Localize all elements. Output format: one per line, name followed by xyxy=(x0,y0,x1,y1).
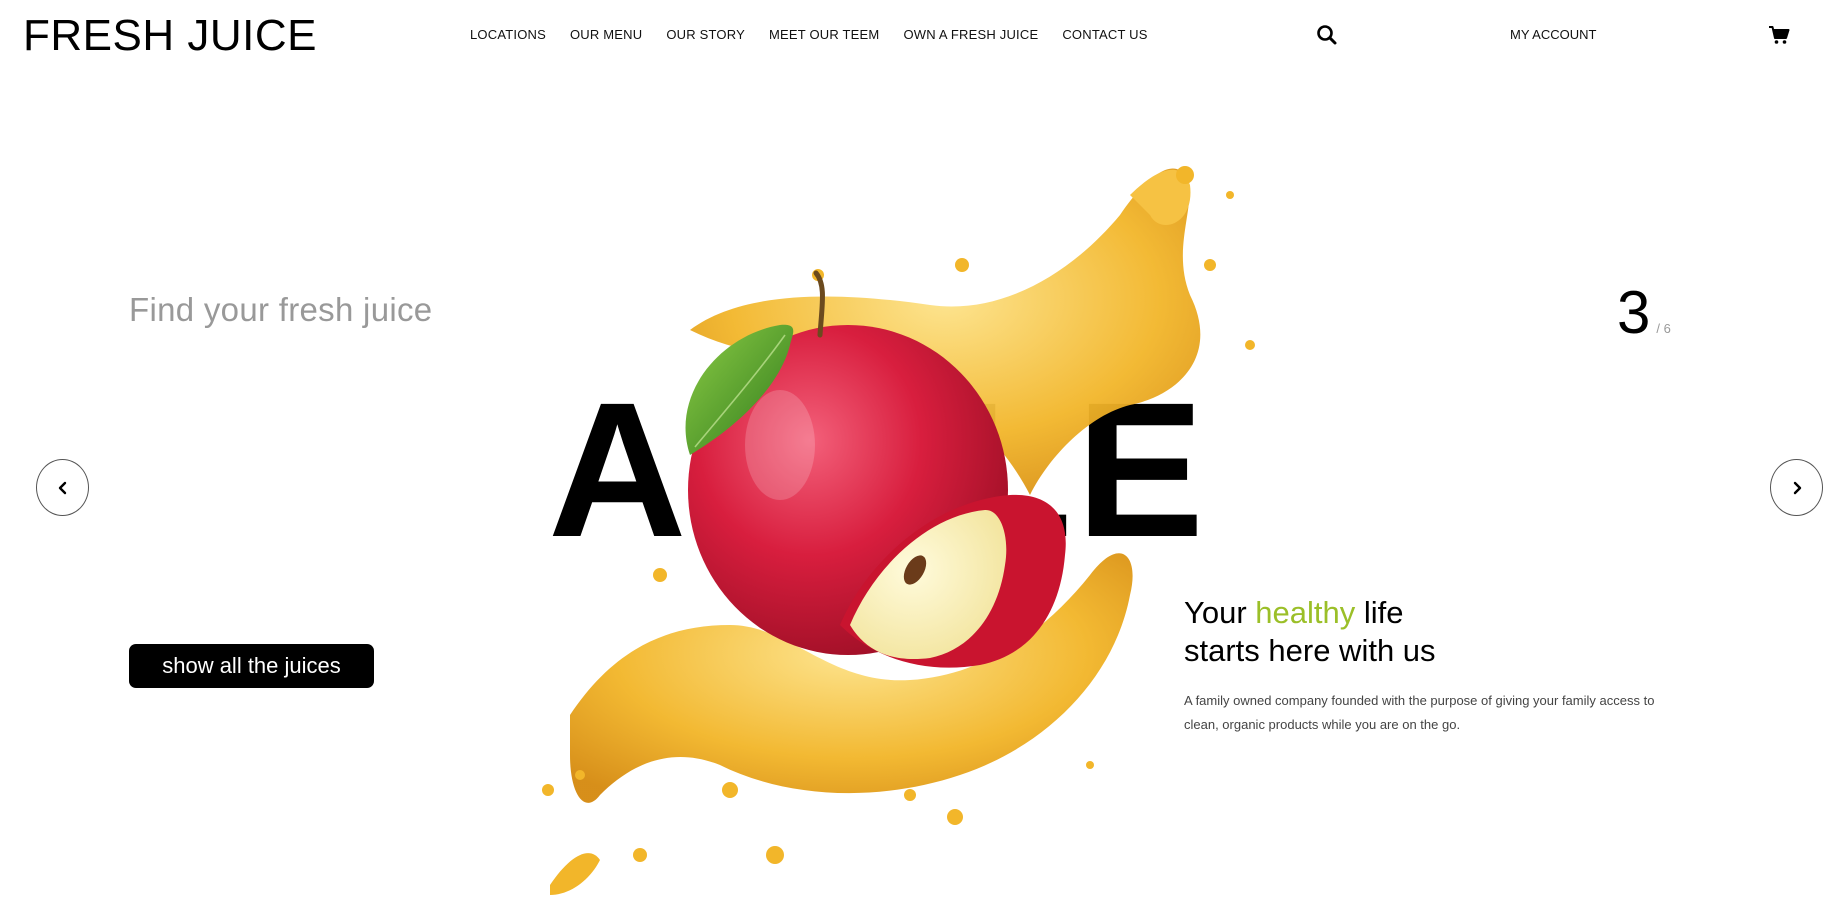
nav-own-a-fresh-juice[interactable]: OWN A FRESH JUICE xyxy=(903,26,1038,44)
tagline-post: life xyxy=(1355,595,1404,630)
tagline-pre: Your xyxy=(1184,595,1256,630)
my-account-link[interactable]: MY ACCOUNT xyxy=(1510,26,1596,44)
apple-juice-splash-image xyxy=(542,166,1255,895)
tagline-line-2: starts here with us xyxy=(1184,633,1436,668)
slide-counter: 3 / 6 xyxy=(1617,278,1671,348)
hero-tagline: Your healthy life starts here with us xyxy=(1184,594,1436,670)
prev-slide-button[interactable] xyxy=(36,459,89,516)
hero-description: A family owned company founded with the … xyxy=(1184,693,1655,732)
hero-subtitle: Find your fresh juice xyxy=(129,291,433,328)
slide-counter-current: 3 xyxy=(1617,279,1651,346)
main-nav: LOCATIONS OUR MENU OUR STORY MEET OUR TE… xyxy=(470,26,1172,44)
nav-contact-us[interactable]: CONTACT US xyxy=(1062,26,1147,44)
next-slide-button[interactable] xyxy=(1770,459,1823,516)
cart-icon[interactable] xyxy=(1768,25,1790,45)
chevron-right-icon xyxy=(1793,481,1801,494)
chevron-left-icon xyxy=(58,481,66,494)
nav-meet-our-team[interactable]: MEET OUR TEEM xyxy=(769,26,879,44)
tagline-accent: healthy xyxy=(1255,595,1356,630)
tagline-line-1: Your healthy life xyxy=(1184,594,1436,632)
slide-counter-total: / 6 xyxy=(1656,321,1671,336)
site-logo[interactable]: FRESH JUICE xyxy=(23,12,317,60)
nav-locations[interactable]: LOCATIONS xyxy=(470,26,546,44)
search-icon[interactable] xyxy=(1316,24,1338,46)
show-all-juices-button[interactable]: show all the juices xyxy=(129,644,374,688)
nav-our-story[interactable]: OUR STORY xyxy=(666,26,745,44)
nav-our-menu[interactable]: OUR MENU xyxy=(570,26,642,44)
site-header: FRESH JUICE LOCATIONS OUR MENU OUR STORY… xyxy=(0,0,1835,72)
